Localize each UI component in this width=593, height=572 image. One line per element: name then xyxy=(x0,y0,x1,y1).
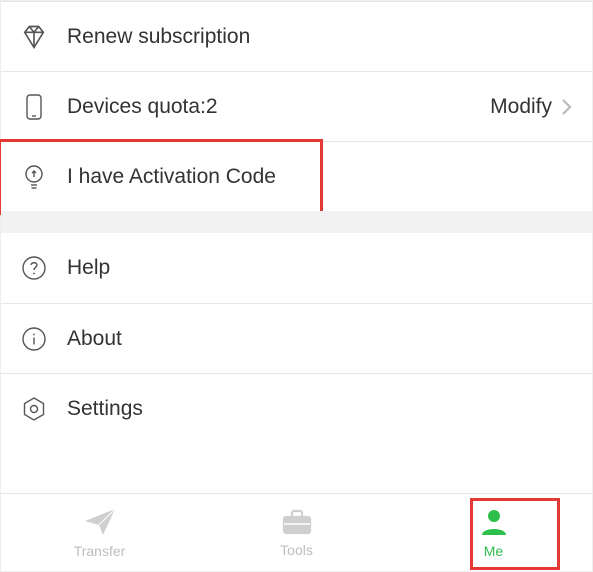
activation-highlight: I have Activation Code xyxy=(0,139,323,215)
device-icon xyxy=(19,92,49,122)
me-screen: Renew subscription Devices quota:2 Modif… xyxy=(0,0,593,572)
briefcase-icon xyxy=(281,508,313,536)
subscription-section: Renew subscription Devices quota:2 Modif… xyxy=(1,1,592,211)
renew-subscription-row[interactable]: Renew subscription xyxy=(1,1,592,71)
info-section: Help About Settings xyxy=(1,233,592,443)
tab-transfer[interactable]: Transfer xyxy=(55,498,145,568)
devices-quota-row[interactable]: Devices quota:2 Modify xyxy=(1,71,592,141)
help-row[interactable]: Help xyxy=(1,233,592,303)
tab-tools-label: Tools xyxy=(280,542,313,558)
about-label: About xyxy=(67,327,574,351)
bottom-tab-bar: Transfer Tools Me xyxy=(1,493,592,571)
info-icon xyxy=(19,324,49,354)
tab-me[interactable]: Me xyxy=(449,498,539,568)
diamond-icon xyxy=(19,22,49,52)
section-gap xyxy=(1,211,592,233)
paper-plane-icon xyxy=(83,507,117,537)
tab-tools[interactable]: Tools xyxy=(252,498,342,568)
activation-label: I have Activation Code xyxy=(67,165,302,189)
chevron-right-icon xyxy=(560,96,574,118)
about-row[interactable]: About xyxy=(1,303,592,373)
tab-me-label: Me xyxy=(484,543,503,559)
person-icon xyxy=(479,507,509,537)
renew-label: Renew subscription xyxy=(67,25,574,49)
settings-row[interactable]: Settings xyxy=(1,373,592,443)
devices-action: Modify xyxy=(490,95,552,119)
help-label: Help xyxy=(67,256,574,280)
settings-icon xyxy=(19,394,49,424)
help-icon xyxy=(19,253,49,283)
devices-label: Devices quota:2 xyxy=(67,95,490,119)
tab-transfer-label: Transfer xyxy=(74,543,126,559)
settings-label: Settings xyxy=(67,397,574,421)
lightbulb-icon xyxy=(19,162,49,192)
activation-code-row[interactable]: I have Activation Code xyxy=(1,141,592,211)
